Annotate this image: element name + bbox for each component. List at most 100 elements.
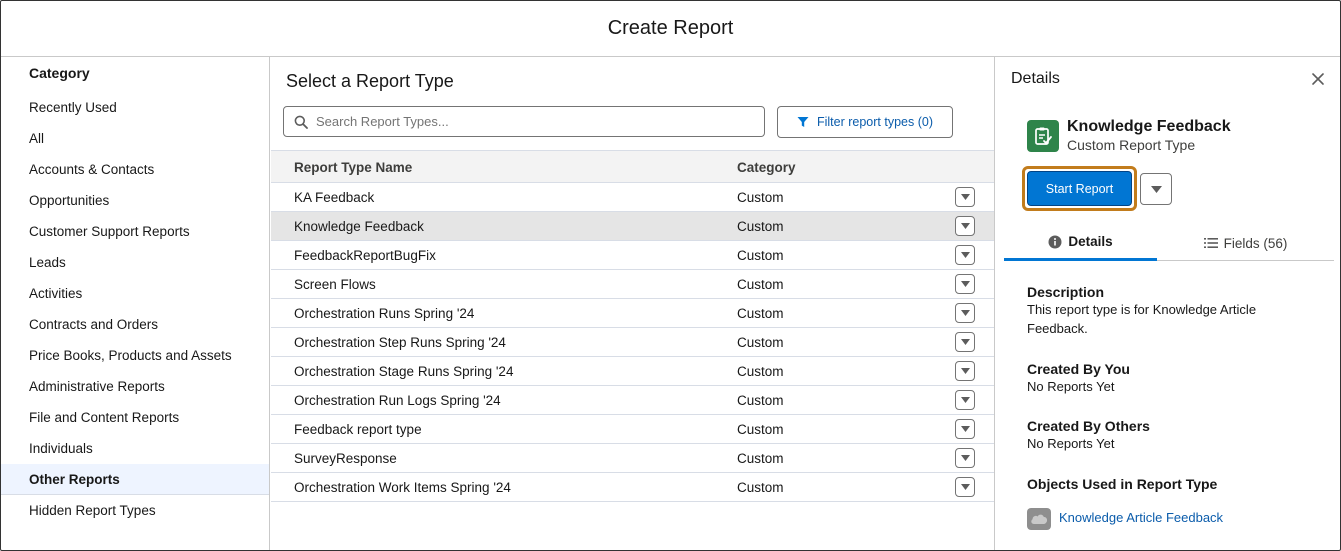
row-action-menu-button[interactable] bbox=[955, 245, 975, 265]
sidebar-item-price-books-products-and-assets[interactable]: Price Books, Products and Assets bbox=[1, 340, 269, 371]
sidebar-item-other-reports[interactable]: Other Reports bbox=[1, 464, 269, 495]
row-action-menu-button[interactable] bbox=[955, 419, 975, 439]
report-type-name-cell: Knowledge Feedback bbox=[294, 219, 424, 234]
chevron-down-icon bbox=[960, 426, 970, 432]
objects-used-label: Objects Used in Report Type bbox=[1027, 476, 1218, 492]
row-action-menu-button[interactable] bbox=[955, 361, 975, 381]
sidebar-item-individuals[interactable]: Individuals bbox=[1, 433, 269, 464]
report-type-category-cell: Custom bbox=[737, 335, 784, 350]
chevron-down-icon bbox=[960, 339, 970, 345]
row-action-menu-button[interactable] bbox=[955, 332, 975, 352]
report-type-category-cell: Custom bbox=[737, 393, 784, 408]
report-type-category-cell: Custom bbox=[737, 277, 784, 292]
report-type-name-cell: Screen Flows bbox=[294, 277, 376, 292]
report-type-category-cell: Custom bbox=[737, 422, 784, 437]
select-report-type-title: Select a Report Type bbox=[286, 71, 454, 91]
close-icon[interactable] bbox=[1310, 71, 1326, 87]
sidebar-item-administrative-reports[interactable]: Administrative Reports bbox=[1, 371, 269, 402]
report-type-category-cell: Custom bbox=[737, 306, 784, 321]
report-type-name: Knowledge Feedback bbox=[1067, 118, 1231, 135]
description-label: Description bbox=[1027, 284, 1105, 300]
table-row[interactable]: Knowledge Feedback Custom bbox=[271, 212, 994, 241]
chevron-down-icon bbox=[960, 223, 970, 229]
table-row[interactable]: SurveyResponse Custom bbox=[271, 444, 994, 473]
start-report-button[interactable]: Start Report bbox=[1027, 171, 1132, 206]
chevron-down-icon bbox=[960, 455, 970, 461]
table-row[interactable]: Feedback report type Custom bbox=[271, 415, 994, 444]
search-input[interactable] bbox=[316, 114, 756, 129]
sidebar-item-opportunities[interactable]: Opportunities bbox=[1, 185, 269, 216]
list-icon bbox=[1203, 238, 1218, 248]
row-action-menu-button[interactable] bbox=[955, 477, 975, 497]
row-action-menu-button[interactable] bbox=[955, 303, 975, 323]
column-header-category: Category bbox=[737, 160, 796, 175]
row-action-menu-button[interactable] bbox=[955, 390, 975, 410]
sidebar-item-accounts-contacts[interactable]: Accounts & Contacts bbox=[1, 154, 269, 185]
table-row[interactable]: Orchestration Run Logs Spring '24 Custom bbox=[271, 386, 994, 415]
table-row[interactable]: FeedbackReportBugFix Custom bbox=[271, 241, 994, 270]
table-row[interactable]: Orchestration Work Items Spring '24 Custo… bbox=[271, 473, 994, 502]
chevron-down-icon bbox=[960, 252, 970, 258]
created-by-others-label: Created By Others bbox=[1027, 418, 1150, 434]
tab-fields[interactable]: Fields (56) bbox=[1157, 225, 1334, 261]
sidebar-item-activities[interactable]: Activities bbox=[1, 278, 269, 309]
report-type-name-cell: Orchestration Step Runs Spring '24 bbox=[294, 335, 506, 350]
chevron-down-icon bbox=[960, 484, 970, 490]
filter-label: Filter report types (0) bbox=[816, 115, 933, 129]
object-link[interactable]: Knowledge Article Feedback bbox=[1059, 510, 1223, 525]
sidebar-item-customer-support-reports[interactable]: Customer Support Reports bbox=[1, 216, 269, 247]
report-type-name-cell: SurveyResponse bbox=[294, 451, 397, 466]
chevron-down-icon bbox=[960, 194, 970, 200]
report-type-category-cell: Custom bbox=[737, 219, 784, 234]
row-action-menu-button[interactable] bbox=[955, 448, 975, 468]
row-action-menu-button[interactable] bbox=[955, 216, 975, 236]
table-row[interactable]: Orchestration Stage Runs Spring '24 Custo… bbox=[271, 357, 994, 386]
report-type-category-cell: Custom bbox=[737, 190, 784, 205]
create-report-modal: Create Report Category Recently Used All A… bbox=[0, 0, 1341, 551]
report-type-name-cell: Orchestration Stage Runs Spring '24 bbox=[294, 364, 514, 379]
report-type-name-cell: Orchestration Work Items Spring '24 bbox=[294, 480, 511, 495]
category-sidebar: Category Recently Used All Accounts & Cont… bbox=[1, 57, 270, 550]
row-action-menu-button[interactable] bbox=[955, 274, 975, 294]
report-type-icon bbox=[1027, 120, 1059, 152]
table-row[interactable]: KA Feedback Custom bbox=[271, 183, 994, 212]
chevron-down-icon bbox=[960, 310, 970, 316]
modal-title: Create Report bbox=[607, 17, 734, 39]
modal-header: Create Report bbox=[1, 1, 1340, 57]
description-text: This report type is for Knowledge Articl… bbox=[1027, 302, 1257, 336]
chevron-down-icon bbox=[960, 368, 970, 374]
tab-details[interactable]: Details bbox=[1004, 225, 1157, 261]
column-header-name: Report Type Name bbox=[294, 160, 413, 175]
table-row[interactable]: Screen Flows Custom bbox=[271, 270, 994, 299]
sidebar-item-file-and-content-reports[interactable]: File and Content Reports bbox=[1, 402, 269, 433]
filter-report-types-button[interactable]: Filter report types (0) bbox=[777, 106, 953, 138]
category-heading: Category bbox=[29, 65, 90, 81]
details-panel: Details Knowledge Feedback Custom Report… bbox=[996, 57, 1340, 550]
sidebar-item-leads[interactable]: Leads bbox=[1, 247, 269, 278]
report-type-kind: Custom Report Type bbox=[1067, 137, 1196, 153]
chevron-down-icon bbox=[960, 281, 970, 287]
info-icon bbox=[1048, 235, 1062, 248]
report-type-name-cell: KA Feedback bbox=[294, 190, 375, 205]
report-type-category-cell: Custom bbox=[737, 364, 784, 379]
search-box[interactable] bbox=[283, 106, 765, 137]
tab-fields-label: Fields (56) bbox=[1223, 235, 1288, 251]
created-by-you-label: Created By You bbox=[1027, 361, 1130, 377]
report-type-name-cell: Orchestration Runs Spring '24 bbox=[294, 306, 475, 321]
table-header: Report Type Name Category bbox=[271, 150, 994, 183]
filter-icon bbox=[797, 117, 809, 127]
search-icon bbox=[294, 115, 308, 129]
table-row[interactable]: Orchestration Step Runs Spring '24 Custom bbox=[271, 328, 994, 357]
report-type-name-cell: Orchestration Run Logs Spring '24 bbox=[294, 393, 501, 408]
table-row[interactable]: Orchestration Runs Spring '24 Custom bbox=[271, 299, 994, 328]
details-panel-title: Details bbox=[1011, 70, 1060, 87]
tab-details-label: Details bbox=[1068, 234, 1113, 249]
sidebar-item-all[interactable]: All bbox=[1, 123, 269, 154]
sidebar-item-recently-used[interactable]: Recently Used bbox=[1, 92, 269, 123]
sidebar-item-contracts-and-orders[interactable]: Contracts and Orders bbox=[1, 309, 269, 340]
sidebar-item-hidden-report-types[interactable]: Hidden Report Types bbox=[1, 495, 269, 526]
start-report-menu-button[interactable] bbox=[1140, 173, 1172, 205]
chevron-down-icon bbox=[960, 397, 970, 403]
report-type-category-cell: Custom bbox=[737, 451, 784, 466]
row-action-menu-button[interactable] bbox=[955, 187, 975, 207]
